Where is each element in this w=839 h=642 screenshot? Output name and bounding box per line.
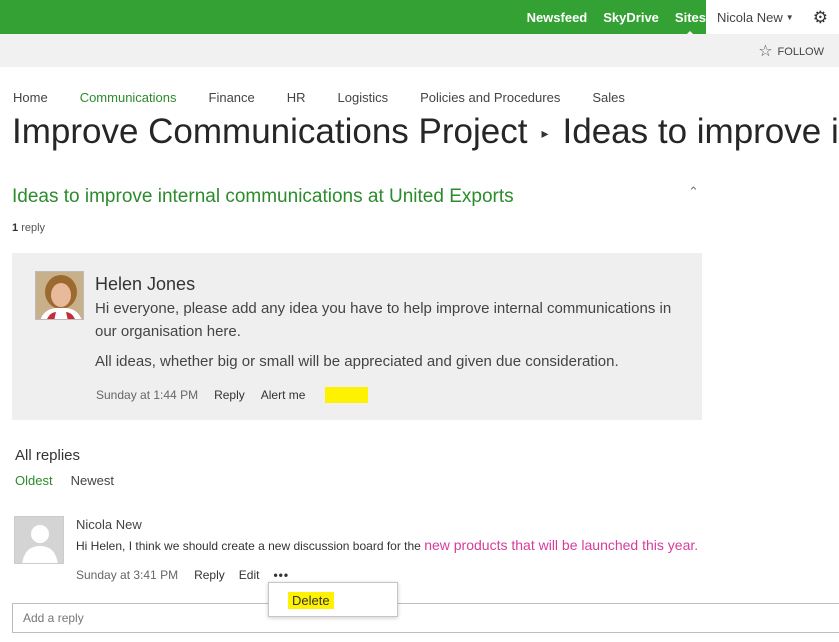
sort-oldest-link[interactable]: Oldest — [15, 473, 53, 488]
nav-item-logistics[interactable]: Logistics — [338, 90, 389, 105]
sites-link[interactable]: Sites — [675, 10, 706, 35]
reply-reply-button[interactable]: Reply — [194, 568, 225, 582]
all-replies-heading: All replies — [15, 447, 81, 464]
reply-button[interactable]: Reply — [214, 388, 245, 402]
reply-timestamp: Sunday at 3:41 PM — [76, 568, 179, 582]
newsfeed-link[interactable]: Newsfeed — [527, 10, 588, 25]
site-title-link[interactable]: Improve Communications Project — [12, 112, 527, 151]
nav-item-communications[interactable]: Communications — [80, 90, 177, 105]
reply-author[interactable]: Nicola New — [76, 517, 142, 532]
nav-item-policies[interactable]: Policies and Procedures — [420, 90, 560, 105]
reply-count-number: 1 — [12, 222, 19, 234]
avatar[interactable] — [35, 271, 84, 320]
reply-count: 1 reply — [12, 222, 45, 234]
collapse-icon[interactable]: ⌃ — [688, 184, 699, 200]
add-reply-input[interactable] — [12, 603, 839, 633]
discussion-title: Ideas to improve internal communications… — [12, 186, 514, 207]
highlight-mark — [325, 387, 369, 403]
edit-button[interactable]: Edit — [239, 568, 260, 582]
avatar[interactable] — [14, 516, 64, 564]
reply-meta: Sunday at 3:41 PM Reply Edit ••• — [76, 568, 289, 582]
more-options-icon[interactable]: ••• — [273, 568, 289, 582]
user-placeholder-icon — [15, 517, 63, 563]
top-navigation: Home Communications Finance HR Logistics… — [13, 90, 657, 105]
helen-photo-icon — [36, 272, 83, 319]
post-meta: Sunday at 1:44 PM Reply Alert me — [96, 387, 369, 403]
chevron-down-icon[interactable]: ▼ — [786, 13, 794, 22]
page-title-text: Ideas to improve internal communications… — [562, 112, 839, 151]
user-name[interactable]: Nicola New — [717, 10, 783, 25]
follow-label[interactable]: FOLLOW — [778, 46, 824, 58]
follow-button[interactable]: ☆ FOLLOW — [758, 44, 824, 60]
sort-newest-link[interactable]: Newest — [71, 473, 114, 488]
user-menu[interactable]: Nicola New ▼ ⚙ — [706, 0, 839, 34]
reply-count-label: reply — [21, 222, 46, 234]
nav-item-sales[interactable]: Sales — [592, 90, 625, 105]
star-icon[interactable]: ☆ — [758, 44, 772, 60]
breadcrumb-arrow-icon: ▸ — [541, 125, 549, 142]
post-author[interactable]: Helen Jones — [95, 274, 195, 295]
reply-text-plain: Hi Helen, I think we should create a new… — [76, 539, 421, 553]
post-paragraph-2: All ideas, whether big or small will be … — [95, 353, 619, 370]
nav-item-finance[interactable]: Finance — [209, 90, 255, 105]
reply-text: Hi Helen, I think we should create a new… — [76, 537, 698, 553]
delete-menu-item[interactable]: Delete — [288, 592, 334, 609]
post-timestamp: Sunday at 1:44 PM — [96, 388, 199, 402]
nav-item-hr[interactable]: HR — [287, 90, 306, 105]
original-post: Helen Jones Hi everyone, please add any … — [12, 253, 702, 420]
post-paragraph-1: Hi everyone, please add any idea you hav… — [95, 300, 672, 340]
nav-item-home[interactable]: Home — [13, 90, 48, 105]
reply-text-highlight: new products that will be launched this … — [424, 537, 699, 553]
alert-me-button[interactable]: Alert me — [261, 388, 306, 402]
suite-bar: Newsfeed SkyDrive Sites Nicola New ▼ ⚙ — [0, 0, 839, 35]
gear-icon[interactable]: ⚙ — [813, 8, 828, 28]
sort-options: Oldest Newest — [15, 473, 132, 488]
ribbon-bar: ☆ FOLLOW — [0, 34, 839, 67]
suite-links: Newsfeed SkyDrive Sites — [511, 0, 706, 35]
more-options-menu: Delete — [268, 582, 398, 617]
page-title: Improve Communications Project ▸ Ideas to … — [12, 112, 839, 152]
skydrive-link[interactable]: SkyDrive — [603, 10, 659, 25]
